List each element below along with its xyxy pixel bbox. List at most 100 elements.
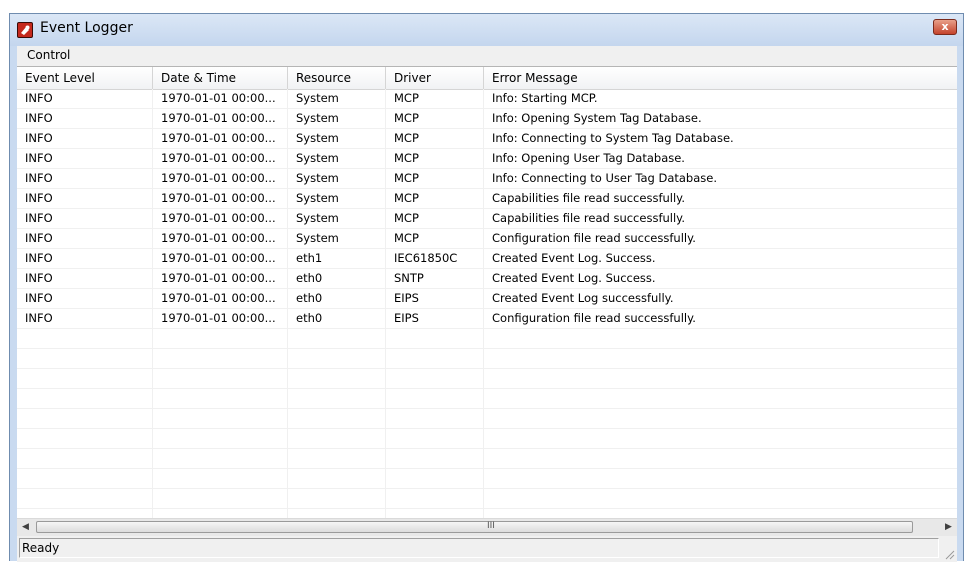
cell-event-level: INFO — [25, 251, 53, 265]
table-row[interactable]: INFO 1970-01-01 00:00... System MCP Info: Co… — [17, 169, 957, 189]
empty-row — [17, 409, 957, 429]
cell-error-message: Capabilities file read successfully. — [492, 191, 685, 205]
cell-event-level: INFO — [25, 171, 53, 185]
column-header-driver[interactable]: Driver — [386, 67, 484, 89]
column-header-date-time[interactable]: Date & Time — [153, 67, 288, 89]
list-header: Event Level Date & Time Resource Driver … — [17, 67, 957, 90]
cell-date-time: 1970-01-01 00:00... — [161, 91, 276, 105]
menu-bar: Control — [17, 46, 957, 66]
cell-resource: System — [296, 111, 339, 125]
event-list[interactable]: Event Level Date & Time Resource Driver … — [17, 66, 957, 519]
table-row[interactable]: INFO 1970-01-01 00:00... System MCP Info: Op… — [17, 149, 957, 169]
table-row[interactable]: INFO 1970-01-01 00:00... eth0 SNTP Created E… — [17, 269, 957, 289]
cell-driver: IEC61850C — [394, 251, 458, 265]
cell-date-time: 1970-01-01 00:00... — [161, 251, 276, 265]
cell-date-time: 1970-01-01 00:00... — [161, 151, 276, 165]
cell-driver: EIPS — [394, 291, 419, 305]
table-row[interactable]: INFO 1970-01-01 00:00... eth1 IEC61850C Crea… — [17, 249, 957, 269]
cell-error-message: Info: Opening System Tag Database. — [492, 111, 702, 125]
app-icon — [17, 22, 33, 38]
column-header-error-message[interactable]: Error Message — [484, 67, 957, 89]
resize-grip-icon[interactable] — [943, 548, 955, 560]
cell-resource: System — [296, 191, 339, 205]
cell-error-message: Created Event Log successfully. — [492, 291, 674, 305]
empty-row — [17, 449, 957, 469]
cell-driver: MCP — [394, 211, 419, 225]
cell-date-time: 1970-01-01 00:00... — [161, 231, 276, 245]
empty-row — [17, 329, 957, 349]
cell-driver: MCP — [394, 151, 419, 165]
close-icon: x — [941, 20, 949, 33]
cell-resource: System — [296, 171, 339, 185]
client-area: Control Event Level Date & Time Resource… — [17, 46, 957, 562]
cell-resource: System — [296, 131, 339, 145]
title-bar[interactable]: Event Logger x — [10, 14, 963, 46]
cell-event-level: INFO — [25, 291, 53, 305]
cell-date-time: 1970-01-01 00:00... — [161, 211, 276, 225]
cell-resource: System — [296, 231, 339, 245]
close-button[interactable]: x — [933, 19, 957, 35]
scrollbar-grip-icon: III — [487, 521, 495, 531]
cell-driver: SNTP — [394, 271, 424, 285]
cell-error-message: Created Event Log. Success. — [492, 271, 656, 285]
cell-resource: eth0 — [296, 291, 323, 305]
cell-driver: MCP — [394, 171, 419, 185]
cell-date-time: 1970-01-01 00:00... — [161, 131, 276, 145]
table-row[interactable]: INFO 1970-01-01 00:00... eth0 EIPS Created E… — [17, 289, 957, 309]
status-text: Ready — [19, 538, 939, 558]
cell-driver: MCP — [394, 111, 419, 125]
cell-error-message: Capabilities file read successfully. — [492, 211, 685, 225]
table-row[interactable]: INFO 1970-01-01 00:00... System MCP Configur… — [17, 229, 957, 249]
empty-row — [17, 469, 957, 489]
cell-driver: MCP — [394, 131, 419, 145]
horizontal-scrollbar[interactable]: ◀ III ▶ — [17, 518, 957, 536]
cell-error-message: Created Event Log. Success. — [492, 251, 656, 265]
table-row[interactable]: INFO 1970-01-01 00:00... System MCP Info: St… — [17, 89, 957, 109]
table-row[interactable]: INFO 1970-01-01 00:00... System MCP Info: Co… — [17, 129, 957, 149]
cell-error-message: Info: Opening User Tag Database. — [492, 151, 685, 165]
cell-event-level: INFO — [25, 91, 53, 105]
scrollbar-thumb[interactable]: III — [36, 521, 913, 533]
table-row[interactable]: INFO 1970-01-01 00:00... System MCP Capabili… — [17, 209, 957, 229]
scroll-left-icon[interactable]: ◀ — [17, 519, 34, 536]
cell-date-time: 1970-01-01 00:00... — [161, 271, 276, 285]
table-row[interactable]: INFO 1970-01-01 00:00... System MCP Info: Op… — [17, 109, 957, 129]
window-title: Event Logger — [40, 20, 133, 36]
cell-error-message: Configuration file read successfully. — [492, 311, 696, 325]
column-header-resource[interactable]: Resource — [288, 67, 386, 89]
cell-event-level: INFO — [25, 311, 53, 325]
cell-driver: MCP — [394, 191, 419, 205]
cell-date-time: 1970-01-01 00:00... — [161, 191, 276, 205]
cell-driver: MCP — [394, 91, 419, 105]
cell-event-level: INFO — [25, 151, 53, 165]
cell-event-level: INFO — [25, 271, 53, 285]
table-row[interactable]: INFO 1970-01-01 00:00... eth0 EIPS Configura… — [17, 309, 957, 329]
cell-event-level: INFO — [25, 111, 53, 125]
cell-error-message: Info: Connecting to User Tag Database. — [492, 171, 718, 185]
cell-error-message: Info: Connecting to System Tag Database. — [492, 131, 734, 145]
event-logger-window: Event Logger x Control Event Level Date … — [9, 13, 964, 562]
cell-resource: System — [296, 151, 339, 165]
cell-date-time: 1970-01-01 00:00... — [161, 291, 276, 305]
cell-date-time: 1970-01-01 00:00... — [161, 111, 276, 125]
column-header-event-level[interactable]: Event Level — [17, 67, 153, 89]
cell-event-level: INFO — [25, 211, 53, 225]
cell-resource: eth0 — [296, 311, 323, 325]
cell-error-message: Configuration file read successfully. — [492, 231, 696, 245]
cell-error-message: Info: Starting MCP. — [492, 91, 598, 105]
cell-resource: eth0 — [296, 271, 323, 285]
cell-resource: eth1 — [296, 251, 323, 265]
scroll-right-icon[interactable]: ▶ — [940, 519, 957, 536]
cell-date-time: 1970-01-01 00:00... — [161, 171, 276, 185]
table-row[interactable]: INFO 1970-01-01 00:00... System MCP Capabili… — [17, 189, 957, 209]
empty-row — [17, 429, 957, 449]
cell-resource: System — [296, 91, 339, 105]
cell-driver: EIPS — [394, 311, 419, 325]
empty-row — [17, 389, 957, 409]
menu-control[interactable]: Control — [27, 48, 70, 62]
empty-row — [17, 349, 957, 369]
cell-event-level: INFO — [25, 231, 53, 245]
cell-date-time: 1970-01-01 00:00... — [161, 311, 276, 325]
cell-event-level: INFO — [25, 131, 53, 145]
empty-row — [17, 489, 957, 509]
